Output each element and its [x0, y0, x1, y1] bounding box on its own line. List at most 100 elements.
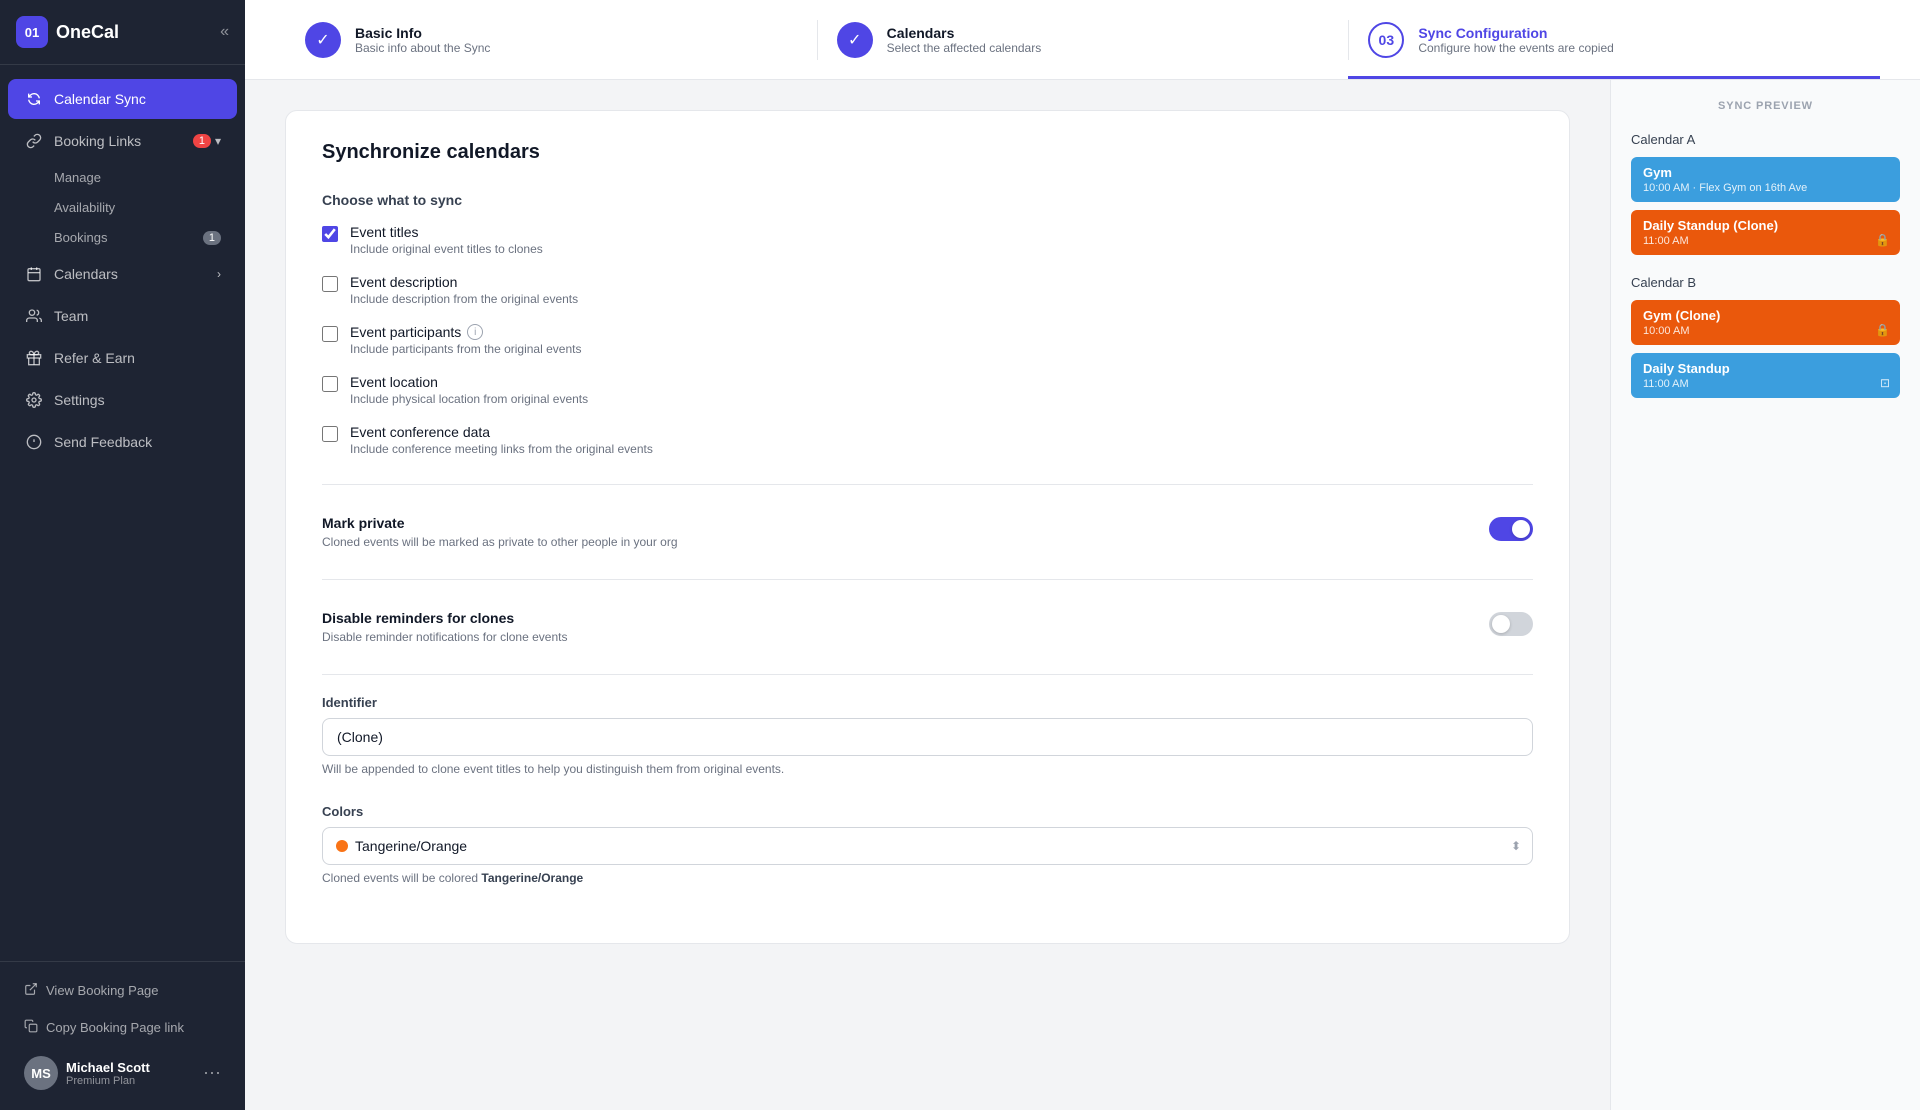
divider-1: [322, 484, 1533, 485]
sidebar-item-availability[interactable]: Availability: [8, 193, 237, 222]
sync-checkboxes-section: Choose what to sync Event titles Include…: [322, 192, 1533, 456]
sidebar-item-team[interactable]: Team: [8, 296, 237, 336]
lock-icon: 🔒: [1875, 233, 1890, 247]
step-basic-info-title: Basic Info: [355, 25, 490, 41]
event-conference-label: Event conference data Include conference…: [350, 424, 653, 456]
preview-event-title: Gym: [1643, 165, 1888, 180]
external-link-icon: [24, 982, 38, 999]
sidebar-footer: View Booking Page Copy Booking Page link…: [0, 961, 245, 1110]
disable-reminders-text: Disable reminders for clones Disable rem…: [322, 610, 567, 644]
chevron-down-icon: ▾: [215, 134, 221, 148]
sidebar-item-bookings[interactable]: Bookings 1: [8, 223, 237, 252]
sync-icon: [24, 89, 44, 109]
step-active-indicator: [1348, 76, 1880, 79]
event-titles-label: Event titles Include original event titl…: [350, 224, 543, 256]
event-participants-label: Event participants i Include participant…: [350, 324, 581, 356]
event-conference-checkbox[interactable]: [322, 426, 338, 442]
disable-reminders-slider: [1489, 612, 1533, 636]
mark-private-text: Mark private Cloned events will be marke…: [322, 515, 678, 549]
step-calendars-subtitle: Select the affected calendars: [887, 41, 1042, 55]
mark-private-sub: Cloned events will be marked as private …: [322, 535, 678, 549]
copy-booking-link[interactable]: Copy Booking Page link: [16, 1011, 229, 1044]
manage-label: Manage: [54, 170, 101, 185]
sidebar: 01 OneCal « Calendar Sync Booking Links …: [0, 0, 245, 1110]
step-calendars-title: Calendars: [887, 25, 1042, 41]
step-calendars-text: Calendars Select the affected calendars: [887, 25, 1042, 55]
step-calendars: ✓ Calendars Select the affected calendar…: [817, 0, 1349, 79]
bookings-label: Bookings: [54, 230, 107, 245]
view-booking-page-label: View Booking Page: [46, 983, 159, 998]
sidebar-collapse-button[interactable]: «: [220, 23, 229, 41]
user-info: Michael Scott Premium Plan: [66, 1060, 203, 1087]
logo-mark: 01: [16, 16, 48, 48]
event-titles-checkbox[interactable]: [322, 226, 338, 242]
step-sync-config-title: Sync Configuration: [1418, 25, 1613, 41]
disable-reminders-title: Disable reminders for clones: [322, 610, 567, 626]
sidebar-item-booking-links[interactable]: Booking Links 1 ▾: [8, 121, 237, 161]
identifier-input[interactable]: [322, 718, 1533, 756]
checkbox-event-location: Event location Include physical location…: [322, 374, 1533, 406]
calendar-a-label: Calendar A: [1631, 132, 1900, 147]
preview-event-title: Daily Standup (Clone): [1643, 218, 1888, 233]
form-card-title: Synchronize calendars: [322, 141, 1533, 164]
step-sync-config: 03 Sync Configuration Configure how the …: [1348, 0, 1880, 79]
event-titles-sub: Include original event titles to clones: [350, 242, 543, 256]
sidebar-item-settings[interactable]: Settings: [8, 380, 237, 420]
sidebar-item-label: Calendar Sync: [54, 91, 221, 107]
step-basic-info: ✓ Basic Info Basic info about the Sync: [285, 0, 817, 79]
disable-reminders-toggle-row: Disable reminders for clones Disable rem…: [322, 600, 1533, 654]
sidebar-item-label: Refer & Earn: [54, 350, 221, 366]
sync-section-title: Choose what to sync: [322, 192, 1533, 208]
booking-links-badge: 1: [193, 134, 211, 148]
identifier-hint: Will be appended to clone event titles t…: [322, 762, 1533, 776]
mark-private-toggle-row: Mark private Cloned events will be marke…: [322, 505, 1533, 559]
link-icon: [24, 131, 44, 151]
checkbox-event-conference: Event conference data Include conference…: [322, 424, 1533, 456]
sidebar-item-refer-earn[interactable]: Refer & Earn: [8, 338, 237, 378]
preview-panel: SYNC PREVIEW Calendar A Gym 10:00 AM · F…: [1610, 80, 1920, 1110]
disable-reminders-sub: Disable reminder notifications for clone…: [322, 630, 567, 644]
preview-event-sub: 10:00 AM · Flex Gym on 16th Ave: [1643, 182, 1888, 194]
sidebar-item-manage[interactable]: Manage: [8, 163, 237, 192]
step-basic-info-text: Basic Info Basic info about the Sync: [355, 25, 490, 55]
user-menu-button[interactable]: ⋯: [203, 1063, 221, 1084]
event-description-title: Event description: [350, 274, 578, 290]
availability-label: Availability: [54, 200, 115, 215]
preview-event-daily-standup: Daily Standup 11:00 AM ⊡: [1631, 353, 1900, 398]
sidebar-item-calendar-sync[interactable]: Calendar Sync: [8, 79, 237, 119]
sidebar-item-send-feedback[interactable]: Send Feedback: [8, 422, 237, 462]
gear-icon: [24, 390, 44, 410]
event-location-checkbox[interactable]: [322, 376, 338, 392]
disable-reminders-toggle[interactable]: [1489, 612, 1533, 636]
mark-private-toggle[interactable]: [1489, 517, 1533, 541]
event-titles-title: Event titles: [350, 224, 543, 240]
event-description-sub: Include description from the original ev…: [350, 292, 578, 306]
sidebar-item-label: Team: [54, 308, 221, 324]
view-booking-page-link[interactable]: View Booking Page: [16, 974, 229, 1007]
copy-booking-link-label: Copy Booking Page link: [46, 1020, 184, 1035]
colors-select[interactable]: Tangerine/Orange: [322, 827, 1533, 865]
form-card: Synchronize calendars Choose what to syn…: [285, 110, 1570, 944]
team-icon: [24, 306, 44, 326]
info-icon[interactable]: i: [467, 324, 483, 340]
avatar: MS: [24, 1056, 58, 1090]
sidebar-item-calendars[interactable]: Calendars ›: [8, 254, 237, 294]
checkbox-event-description: Event description Include description fr…: [322, 274, 1533, 306]
color-hint-value: Tangerine/Orange: [481, 871, 583, 885]
step-basic-info-subtitle: Basic info about the Sync: [355, 41, 490, 55]
copy-icon: [24, 1019, 38, 1036]
gift-icon: [24, 348, 44, 368]
event-description-checkbox[interactable]: [322, 276, 338, 292]
event-participants-sub: Include participants from the original e…: [350, 342, 581, 356]
sidebar-nav: Calendar Sync Booking Links 1 ▾ Manage A…: [0, 65, 245, 961]
preview-event-gym: Gym 10:00 AM · Flex Gym on 16th Ave: [1631, 157, 1900, 202]
divider-2: [322, 579, 1533, 580]
event-location-title: Event location: [350, 374, 588, 390]
calendar-b-label: Calendar B: [1631, 275, 1900, 290]
identifier-section: Identifier Will be appended to clone eve…: [322, 695, 1533, 776]
event-participants-checkbox[interactable]: [322, 326, 338, 342]
screen-icon: ⊡: [1880, 376, 1890, 390]
main: ✓ Basic Info Basic info about the Sync ✓…: [245, 0, 1920, 1110]
bookings-badge: 1: [203, 231, 221, 245]
preview-calendar-a: Calendar A Gym 10:00 AM · Flex Gym on 16…: [1631, 132, 1900, 255]
